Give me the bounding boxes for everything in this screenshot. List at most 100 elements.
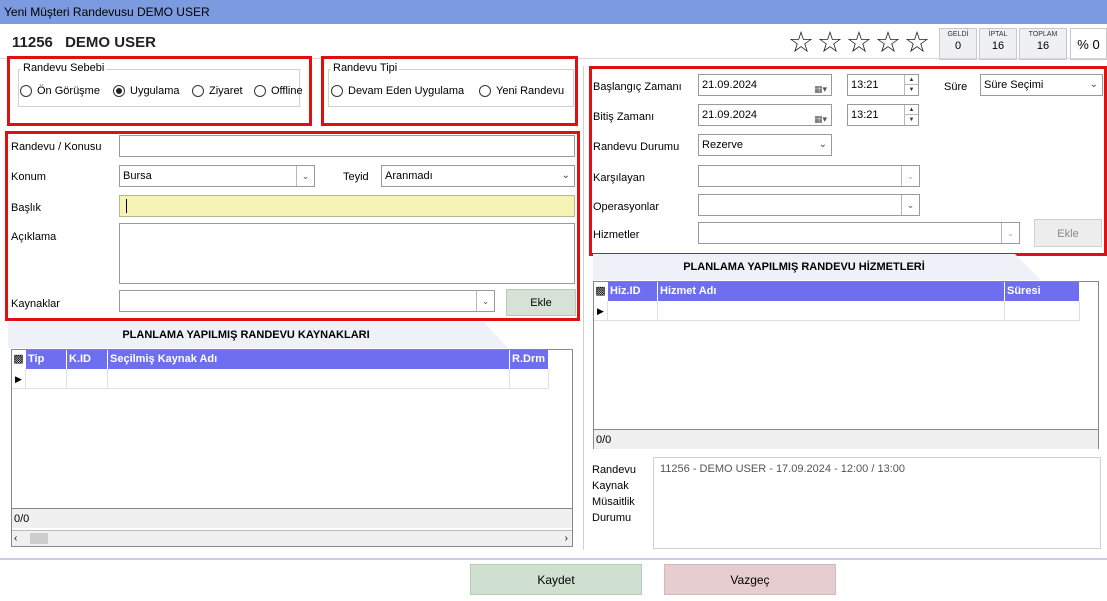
confirm-value: Aranmadı [385,170,433,182]
radio-icon[interactable] [192,85,204,97]
column-resource-name[interactable]: Seçilmiş Kaynak Adı [108,350,510,369]
rating-stars[interactable]: ☆ ☆ ☆ ☆ ☆ [788,29,930,58]
grid-title-tab-corner [484,322,508,348]
services-grid-title: PLANLAMA YAPILMIŞ RANDEVU HİZMETLERİ [593,254,1015,280]
end-date-picker[interactable]: 21.09.2024 ▦▾ [698,104,832,126]
radio-icon[interactable] [479,85,491,97]
radio-label: Uygulama [130,85,180,97]
radio-label: Ön Görüşme [37,85,100,97]
status-value: Rezerve [702,139,743,151]
grid-menu-icon[interactable]: ▩ [594,282,608,301]
duration-label: Süre [944,81,968,93]
star-icon[interactable]: ☆ [904,29,930,58]
column-resource-status[interactable]: R.Drm [510,350,549,369]
radio-application[interactable]: Uygulama [113,85,180,97]
save-button[interactable]: Kaydet [470,564,642,595]
stat-total: TOPLAM 16 [1019,28,1067,60]
schedule-form-highlight: Başlangıç Zamanı 21.09.2024 ▦▾ 13:21 ▲ ▼ … [589,66,1107,256]
type-legend: Randevu Tipi [331,62,400,74]
add-service-button[interactable]: Ekle [1034,219,1102,247]
resources-grid[interactable]: ▩ Tip K.ID Seçilmiş Kaynak Adı R.Drm ▶ 0… [11,349,573,547]
radio-selected-icon[interactable] [113,85,125,97]
location-value: Bursa [123,170,152,182]
time-spinner[interactable]: ▲ ▼ [904,75,918,95]
start-time-input[interactable]: 13:21 ▲ ▼ [847,74,919,96]
time-spinner[interactable]: ▲ ▼ [904,105,918,125]
location-select[interactable]: Bursa ⌄ [119,165,315,187]
radio-icon[interactable] [331,85,343,97]
description-textarea[interactable] [119,223,575,284]
end-date-value: 21.09.2024 [702,109,758,121]
radio-icon[interactable] [20,85,32,97]
grid-menu-icon[interactable]: ▩ [12,350,26,369]
radio-new-appointment[interactable]: Yeni Randevu [479,85,564,97]
chevron-down-icon[interactable]: ⌄ [901,195,919,215]
radio-label: Ziyaret [209,85,243,97]
chevron-down-icon[interactable]: ⌄ [296,166,314,186]
title-input[interactable] [119,195,575,217]
column-service-name[interactable]: Hizmet Adı [658,282,1005,301]
row-pointer-icon: ▶ [12,369,26,388]
stat-cancelled: İPTAL 16 [979,28,1017,60]
star-icon[interactable]: ☆ [817,29,843,58]
customer-id: 11256 [12,34,53,51]
cancel-button[interactable]: Vazgeç [664,564,836,595]
grid-title-tab-corner [1015,254,1041,280]
type-group: Randevu Tipi Devam Eden Uygulama Yeni Ra… [328,62,574,107]
duration-select[interactable]: Süre Seçimi ⌄ [980,74,1103,96]
column-type[interactable]: Tip [26,350,67,369]
status-select[interactable]: Rezerve ⌄ [698,134,832,156]
radio-icon[interactable] [254,85,266,97]
services-grid[interactable]: ▩ Hiz.ID Hizmet Adı Süresi ▶ 0/0 [593,281,1099,449]
table-row[interactable]: ▶ [594,301,1080,321]
end-time-input[interactable]: 13:21 ▲ ▼ [847,104,919,126]
availability-label: Randevu Kaynak Müsaitlik Durumu [592,464,637,524]
spin-up-icon[interactable]: ▲ [905,75,918,85]
services-select[interactable]: ⌄ [698,222,1020,244]
subject-label: Randevu / Konusu [11,141,102,153]
spin-up-icon[interactable]: ▲ [905,105,918,115]
column-service-duration[interactable]: Süresi [1005,282,1080,301]
services-label: Hizmetler [593,229,640,241]
chevron-down-icon[interactable]: ⌄ [819,135,827,155]
availability-text: 11256 - DEMO USER - 17.09.2024 - 12:00 /… [653,457,1101,549]
calendar-icon[interactable]: ▦▾ [814,109,827,129]
column-service-id[interactable]: Hiz.ID [608,282,658,301]
greeter-select[interactable]: ⌄ [698,165,920,187]
scroll-right-icon[interactable]: › [565,533,568,545]
table-row[interactable]: ▶ [12,369,549,389]
scroll-left-icon[interactable]: ‹ [14,533,17,545]
star-icon[interactable]: ☆ [788,29,814,58]
operations-select[interactable]: ⌄ [698,194,920,216]
stat-came: GELDİ 0 [939,28,977,60]
star-icon[interactable]: ☆ [875,29,901,58]
spin-down-icon[interactable]: ▼ [905,115,918,125]
reason-legend: Randevu Sebebi [21,62,107,74]
radio-offline[interactable]: Offline [254,85,303,97]
start-date-picker[interactable]: 21.09.2024 ▦▾ [698,74,832,96]
confirm-select[interactable]: Aranmadı ⌄ [381,165,575,187]
spin-down-icon[interactable]: ▼ [905,85,918,95]
star-icon[interactable]: ☆ [846,29,872,58]
percent-badge: % 0 [1070,28,1107,60]
chevron-down-icon[interactable]: ⌄ [1090,75,1098,95]
resources-select[interactable]: ⌄ [119,290,495,312]
column-resource-id[interactable]: K.ID [67,350,108,369]
start-time-value: 13:21 [851,79,879,91]
calendar-icon[interactable]: ▦▾ [814,79,827,99]
end-label: Bitiş Zamanı [593,111,655,123]
radio-ongoing-application[interactable]: Devam Eden Uygulama [331,85,464,97]
chevron-down-icon[interactable]: ⌄ [1001,223,1019,243]
appointment-form-highlight: Randevu / Konusu Konum Bursa ⌄ Teyid Ara… [5,131,580,321]
chevron-down-icon[interactable]: ⌄ [901,166,919,186]
add-resource-button[interactable]: Ekle [506,289,576,316]
radio-pre-meeting[interactable]: Ön Görüşme [20,85,100,97]
location-label: Konum [11,171,46,183]
description-label: Açıklama [11,231,57,243]
horizontal-scrollbar[interactable]: ‹ › [12,530,572,546]
scrollbar-thumb[interactable] [30,533,48,544]
radio-visit[interactable]: Ziyaret [192,85,243,97]
chevron-down-icon[interactable]: ⌄ [562,166,570,186]
subject-input[interactable] [119,135,575,157]
chevron-down-icon[interactable]: ⌄ [476,291,494,311]
